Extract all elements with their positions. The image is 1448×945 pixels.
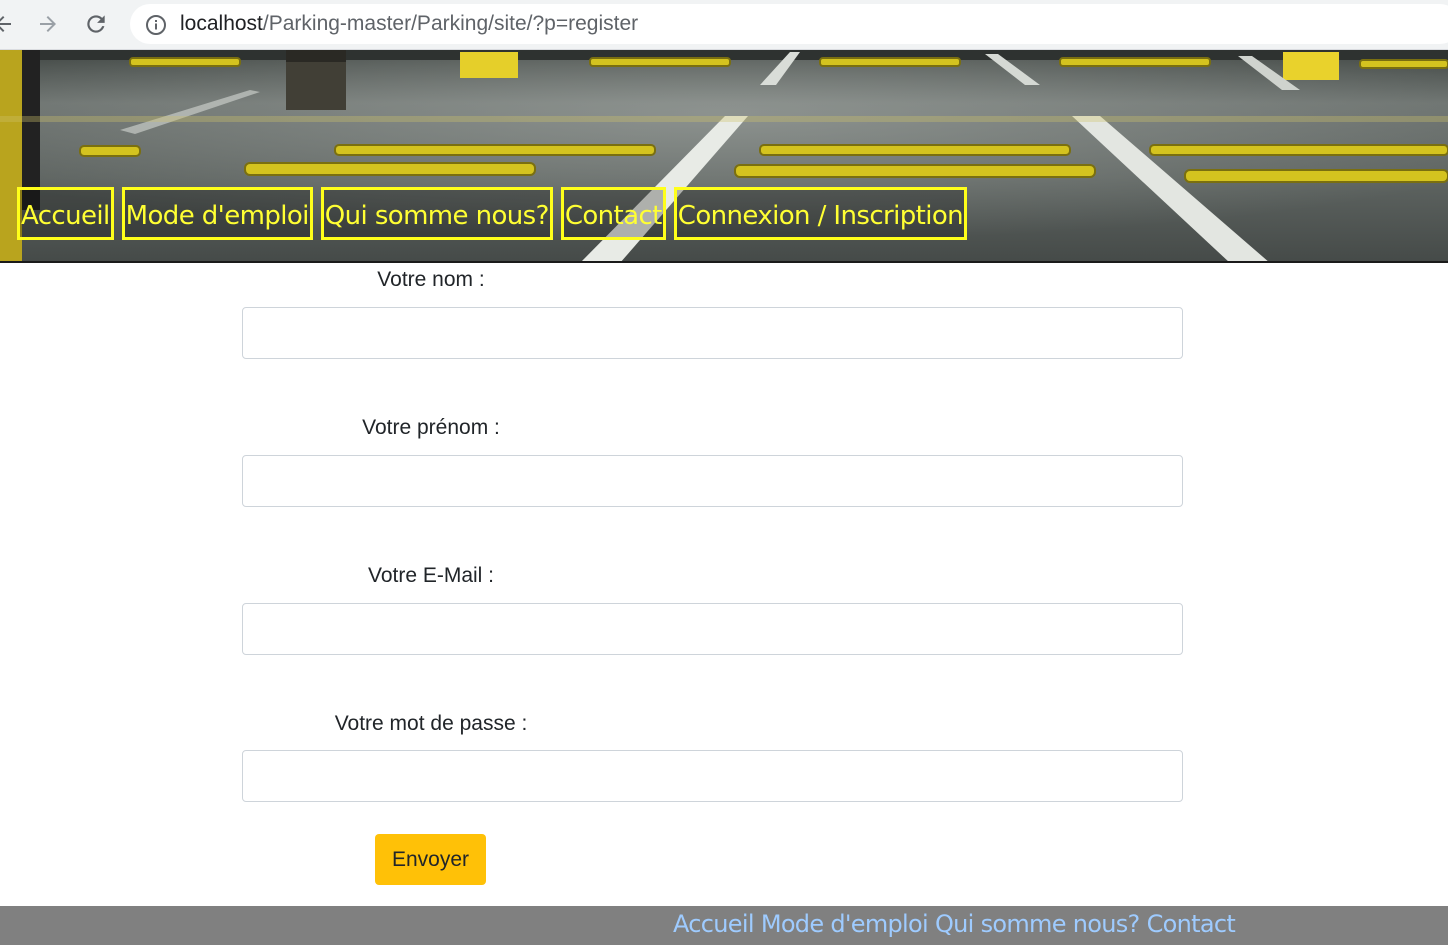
browser-toolbar: localhost/Parking-master/Parking/site/?p… (0, 0, 1448, 50)
reload-icon[interactable] (81, 9, 111, 39)
prenom-label: Votre prénom : (362, 416, 500, 439)
nom-input[interactable] (242, 307, 1183, 359)
url-host: localhost (180, 12, 263, 35)
register-form: Votre nom : Votre prénom : Votre E-Mail … (0, 263, 1448, 906)
prenom-input[interactable] (242, 455, 1183, 507)
footer-nav: Accueil Mode d'emploi Qui somme nous? Co… (673, 910, 1236, 938)
footer-link-contact[interactable]: Contact (1147, 910, 1236, 938)
back-icon[interactable] (0, 9, 18, 39)
envoyer-button[interactable]: Envoyer (375, 834, 486, 885)
forward-icon[interactable] (33, 9, 63, 39)
address-bar[interactable]: localhost/Parking-master/Parking/site/?p… (130, 4, 1448, 44)
email-label: Votre E-Mail : (367, 564, 495, 587)
main-nav: Accueil Mode d'emploi Qui somme nous? Co… (17, 187, 968, 240)
url-path: /Parking-master/Parking/site/?p=register (262, 12, 639, 35)
password-label: Votre mot de passe : (334, 712, 528, 735)
footer-link-accueil[interactable]: Accueil (673, 910, 755, 938)
footer-link-qui-somme-nous[interactable]: Qui somme nous? (935, 910, 1140, 938)
info-icon[interactable] (145, 14, 167, 36)
nav-contact[interactable]: Contact (560, 187, 666, 240)
header-banner: Accueil Mode d'emploi Qui somme nous? Co… (0, 50, 1448, 263)
nav-mode-emploi[interactable]: Mode d'emploi (121, 187, 313, 240)
nav-qui-somme-nous[interactable]: Qui somme nous? (320, 187, 553, 240)
email-input[interactable] (242, 603, 1183, 655)
footer: Accueil Mode d'emploi Qui somme nous? Co… (0, 906, 1448, 945)
nav-accueil[interactable]: Accueil (17, 187, 114, 240)
url-text[interactable]: localhost/Parking-master/Parking/site/?p… (180, 12, 638, 36)
footer-link-mode-emploi[interactable]: Mode d'emploi (761, 910, 929, 938)
nav-connexion-inscription[interactable]: Connexion / Inscription (673, 187, 968, 240)
password-input[interactable] (242, 750, 1183, 802)
nom-label: Votre nom : (377, 268, 485, 291)
